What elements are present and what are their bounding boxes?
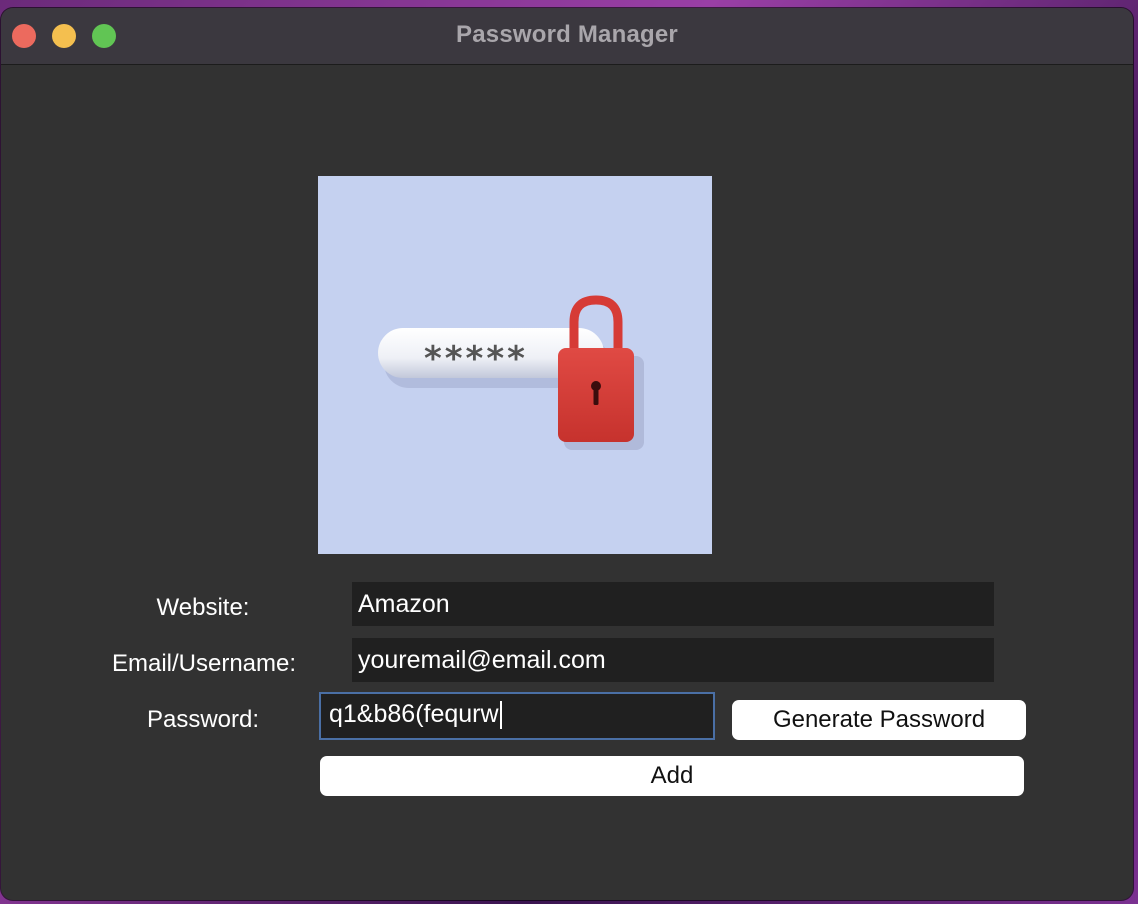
password-lock-logo: ***** xyxy=(318,176,712,554)
password-lock-icon: ***** xyxy=(378,295,644,450)
generate-password-button[interactable]: Generate Password xyxy=(732,700,1026,740)
text-caret xyxy=(499,701,502,730)
email-username-input[interactable]: youremail@email.com xyxy=(352,638,994,682)
password-label: Password: xyxy=(146,706,260,733)
title-bar[interactable]: Password Manager xyxy=(1,8,1133,65)
add-button[interactable]: Add xyxy=(320,756,1024,796)
app-window: Password Manager ***** Website: Amazon E… xyxy=(1,8,1133,900)
website-label: Website: xyxy=(156,594,250,621)
email-username-label: Email/Username: xyxy=(111,650,297,677)
password-input-value: q1&b86(fequrw xyxy=(329,700,499,728)
website-input[interactable]: Amazon xyxy=(352,582,994,626)
window-title: Password Manager xyxy=(456,21,678,48)
password-input[interactable]: q1&b86(fequrw xyxy=(319,692,715,740)
masked-password-text: ***** xyxy=(424,339,528,379)
